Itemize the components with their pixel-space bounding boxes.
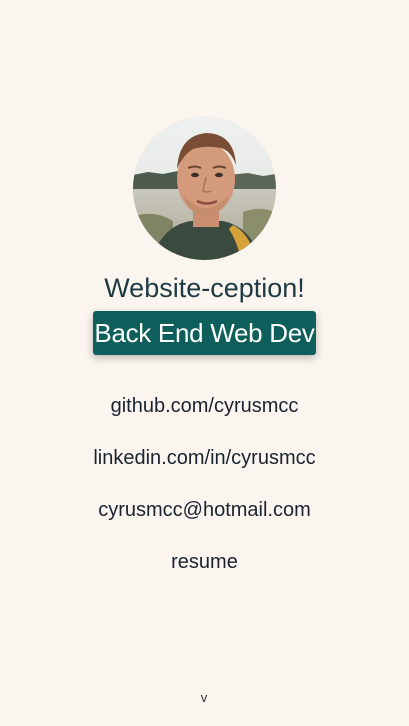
avatar — [133, 117, 276, 260]
github-link[interactable]: github.com/cyrusmcc — [111, 395, 299, 417]
role-badge: Back End Web Dev — [93, 311, 316, 355]
list-item: github.com/cyrusmcc — [0, 388, 409, 439]
resume-link[interactable]: resume — [171, 551, 238, 573]
email-link[interactable]: cyrusmcc@hotmail.com — [98, 499, 311, 521]
page-subtitle: Website-ception! — [104, 273, 305, 303]
linkedin-link[interactable]: linkedin.com/in/cyrusmcc — [93, 447, 315, 469]
contact-links: github.com/cyrusmcc linkedin.com/in/cyru… — [0, 388, 409, 596]
list-item: linkedin.com/in/cyrusmcc — [0, 440, 409, 491]
chevron-down-icon[interactable]: v — [194, 688, 214, 708]
list-item: resume — [0, 544, 409, 595]
profile-photo — [133, 117, 276, 260]
list-item: cyrusmcc@hotmail.com — [0, 492, 409, 543]
